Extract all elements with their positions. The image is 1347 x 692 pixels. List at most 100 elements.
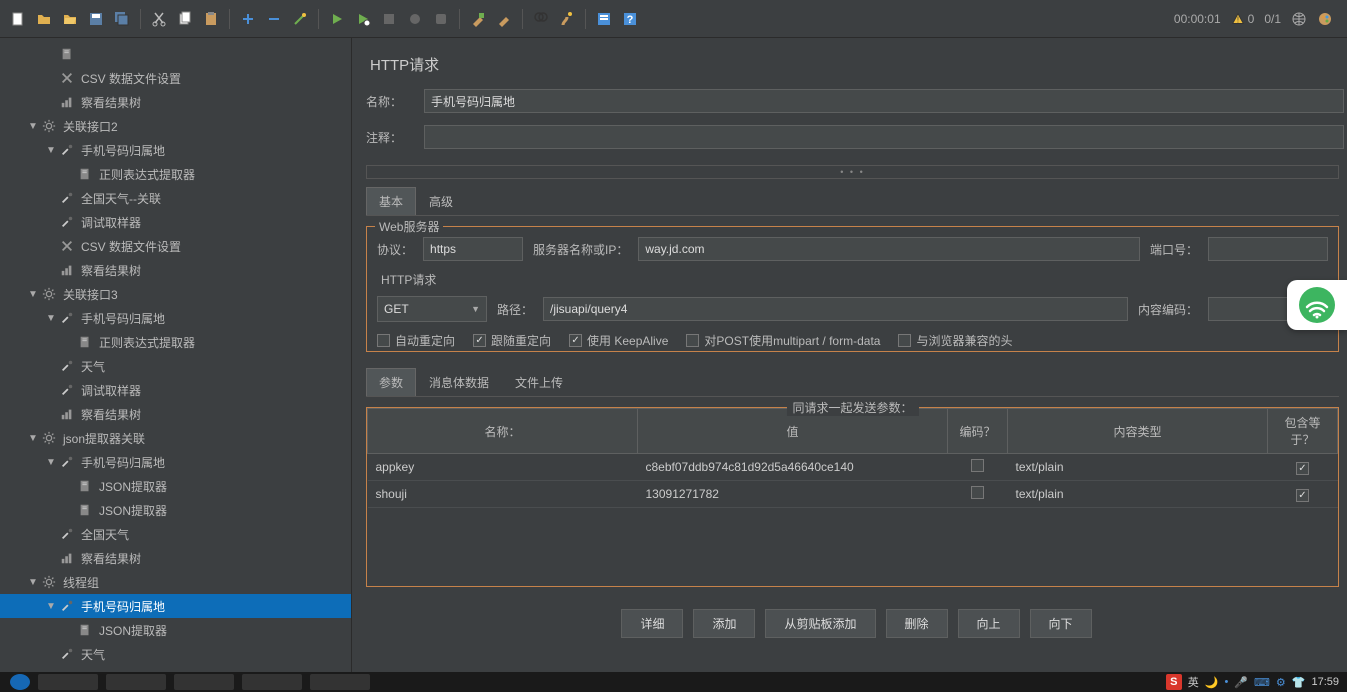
taskbar-item[interactable] (174, 674, 234, 690)
folder-icon[interactable] (32, 7, 56, 31)
table-row[interactable]: appkeyc8ebf07ddb974c81d92d5a46640ce140 te… (368, 454, 1338, 481)
tree-item[interactable]: 天气 (0, 354, 351, 378)
play-time-icon[interactable] (351, 7, 375, 31)
taskbar-item[interactable] (242, 674, 302, 690)
tree-item[interactable]: 正则表达式提取器 (0, 162, 351, 186)
save-icon[interactable] (84, 7, 108, 31)
tree-toggle-icon[interactable]: ▼ (44, 313, 58, 324)
lang-indicator[interactable]: 英 (1188, 674, 1199, 690)
tree-item[interactable]: JSON提取器 (0, 474, 351, 498)
palette-icon[interactable] (1317, 11, 1333, 27)
tree-item[interactable]: ▼手机号码归属地 (0, 450, 351, 474)
tree-toggle-icon[interactable]: ▼ (44, 601, 58, 612)
tree-item[interactable]: CSV 数据文件设置 (0, 234, 351, 258)
clipboard-add-button[interactable]: 从剪贴板添加 (765, 609, 875, 638)
tree-toggle-icon[interactable]: ▼ (44, 145, 58, 156)
minus-icon[interactable] (262, 7, 286, 31)
tree-item[interactable]: ▼关联接口2 (0, 114, 351, 138)
taskbar-item[interactable] (310, 674, 370, 690)
param-value[interactable]: c8ebf07ddb974c81d92d5a46640ce140 (638, 454, 948, 481)
stop-icon[interactable] (377, 7, 401, 31)
paste-icon[interactable] (199, 7, 223, 31)
tree-toggle-icon[interactable]: ▼ (44, 457, 58, 468)
open-folder-icon[interactable] (58, 7, 82, 31)
tree-item[interactable]: CSV 数据文件设置 (0, 66, 351, 90)
tree-item[interactable] (0, 42, 351, 66)
tree-item[interactable]: 调试取样器 (0, 210, 351, 234)
taskbar-item[interactable] (10, 674, 30, 690)
clear-icon[interactable] (466, 7, 490, 31)
name-input[interactable] (424, 89, 1344, 113)
tree-item[interactable]: 正则表达式提取器 (0, 330, 351, 354)
tree-item[interactable]: JSON提取器 (0, 618, 351, 642)
check-auto-redirect[interactable]: 自动重定向 (377, 332, 455, 349)
subtab-files[interactable]: 文件上传 (502, 368, 576, 396)
check-keepalive[interactable]: 使用 KeepAlive (569, 332, 668, 349)
port-input[interactable] (1208, 237, 1328, 261)
tree-item[interactable]: 全国天气 (0, 522, 351, 546)
warning-badge[interactable]: ! 0 (1231, 12, 1255, 26)
tree-item[interactable]: 察看结果树 (0, 546, 351, 570)
tree-item[interactable]: 全国天气--关联 (0, 186, 351, 210)
up-button[interactable]: 向上 (958, 609, 1020, 638)
tree-panel[interactable]: CSV 数据文件设置察看结果树▼关联接口2▼手机号码归属地正则表达式提取器全国天… (0, 38, 352, 672)
cut-icon[interactable] (147, 7, 171, 31)
server-input[interactable] (638, 237, 1140, 261)
encode-checkbox[interactable] (971, 486, 984, 499)
method-select[interactable]: GET ▼ (377, 296, 487, 322)
tree-item[interactable]: 察看结果树 (0, 90, 351, 114)
tree-toggle-icon[interactable]: ▼ (26, 289, 40, 300)
wand-icon[interactable] (288, 7, 312, 31)
protocol-input[interactable] (423, 237, 523, 261)
detail-button[interactable]: 详细 (621, 609, 683, 638)
tree-item[interactable]: 天气 (0, 642, 351, 666)
help-icon[interactable]: ? (618, 7, 642, 31)
param-value[interactable]: 13091271782 (638, 481, 948, 508)
ime-icon[interactable]: S (1166, 674, 1182, 690)
subtab-params[interactable]: 参数 (366, 368, 416, 396)
subtab-body[interactable]: 消息体数据 (416, 368, 502, 396)
play-icon[interactable] (325, 7, 349, 31)
tree-item[interactable]: ▼手机号码归属地 (0, 594, 351, 618)
tab-advanced[interactable]: 高级 (416, 187, 466, 215)
tree-item[interactable]: ▼json提取器关联 (0, 426, 351, 450)
params-table[interactable]: 名称： 值 编码？ 内容类型 包含等于？ appkeyc8ebf07ddb974… (367, 408, 1338, 508)
save-all-icon[interactable] (110, 7, 134, 31)
param-ctype[interactable]: text/plain (1008, 481, 1268, 508)
param-name[interactable]: appkey (368, 454, 638, 481)
stop-all-icon[interactable] (429, 7, 453, 31)
new-file-icon[interactable] (6, 7, 30, 31)
tree-item[interactable]: 察看结果树 (0, 258, 351, 282)
taskbar-item[interactable] (106, 674, 166, 690)
search-icon[interactable] (529, 7, 553, 31)
path-input[interactable] (543, 297, 1128, 321)
copy-icon[interactable] (173, 7, 197, 31)
globe-icon[interactable] (1291, 11, 1307, 27)
tree-toggle-icon[interactable]: ▼ (26, 121, 40, 132)
table-row[interactable]: shouji13091271782 text/plain (368, 481, 1338, 508)
tree-item[interactable]: ▼线程组 (0, 570, 351, 594)
tree-item[interactable]: JSON提取器 (0, 498, 351, 522)
check-multipart[interactable]: 对POST使用multipart / form-data (686, 332, 880, 349)
plus-icon[interactable] (236, 7, 260, 31)
down-button[interactable]: 向下 (1030, 609, 1092, 638)
param-ctype[interactable]: text/plain (1008, 454, 1268, 481)
tab-basic[interactable]: 基本 (366, 187, 416, 215)
comment-input[interactable] (424, 125, 1344, 149)
check-follow-redirect[interactable]: 跟随重定向 (473, 332, 551, 349)
check-browser-compat[interactable]: 与浏览器兼容的头 (898, 332, 1012, 349)
tree-item[interactable]: 察看结果树 (0, 402, 351, 426)
tree-item[interactable]: ▼关联接口3 (0, 282, 351, 306)
param-name[interactable]: shouji (368, 481, 638, 508)
function-icon[interactable] (592, 7, 616, 31)
clear-all-icon[interactable] (492, 7, 516, 31)
include-checkbox[interactable] (1296, 489, 1309, 502)
tree-item[interactable]: ▼手机号码归属地 (0, 306, 351, 330)
encode-checkbox[interactable] (971, 459, 984, 472)
delete-button[interactable]: 删除 (886, 609, 948, 638)
tree-toggle-icon[interactable]: ▼ (26, 433, 40, 444)
add-button[interactable]: 添加 (693, 609, 755, 638)
wifi-widget[interactable] (1287, 280, 1347, 330)
shutdown-icon[interactable] (403, 7, 427, 31)
tree-item[interactable]: 调试取样器 (0, 378, 351, 402)
